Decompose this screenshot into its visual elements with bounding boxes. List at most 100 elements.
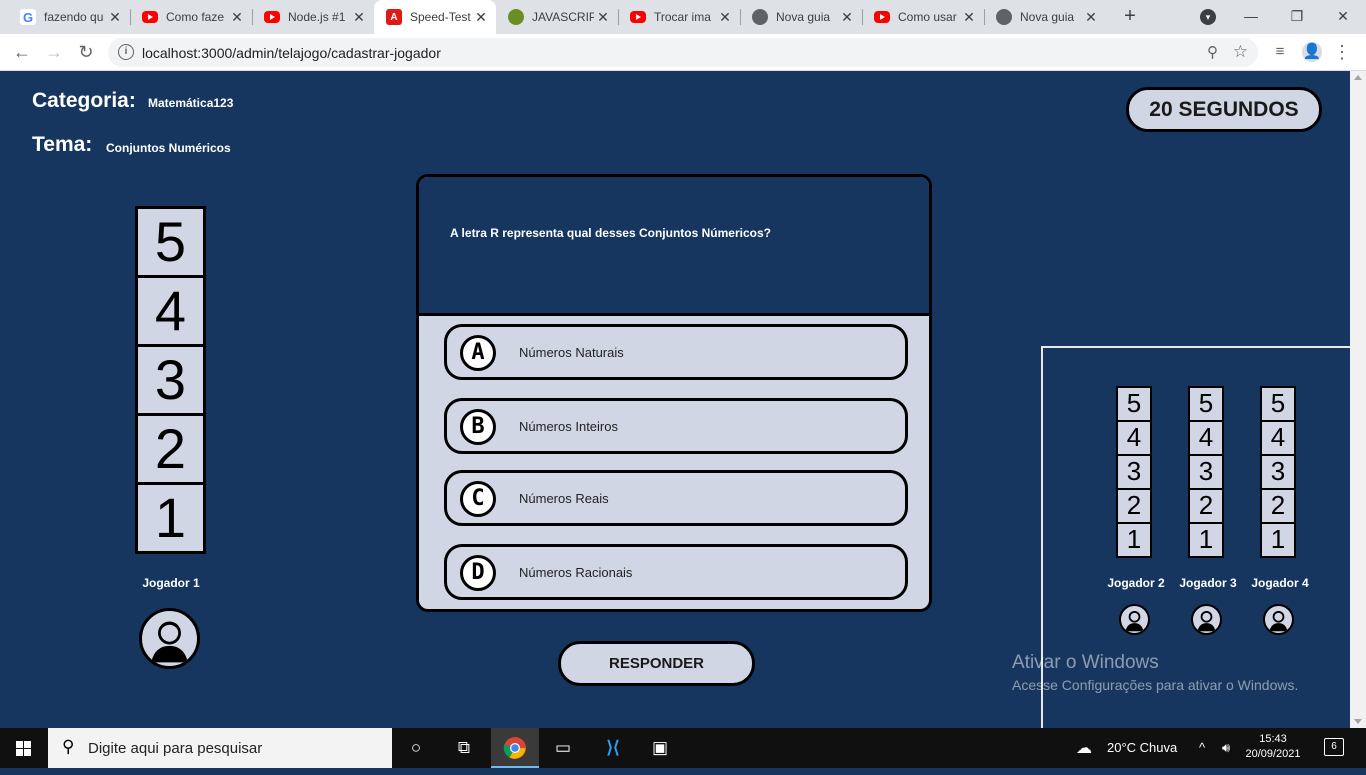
browser-tab[interactable]: Node.js #1 ✕: [252, 0, 374, 34]
close-tab-icon[interactable]: ✕: [106, 9, 124, 26]
player2-name: Jogador 2: [1107, 576, 1165, 590]
ladder-step: 5: [1260, 386, 1296, 422]
new-tab-button[interactable]: +: [1118, 5, 1142, 29]
close-tab-icon[interactable]: ✕: [350, 9, 368, 26]
profile-avatar-icon[interactable]: 👤: [1302, 42, 1322, 62]
tab-separator: [740, 9, 741, 25]
taskbar-clock[interactable]: 15:43 20/09/2021: [1244, 732, 1302, 762]
cortana-icon[interactable]: ○: [392, 728, 440, 768]
taskbar-search-box[interactable]: ⚲ Digite aqui para pesquisar: [48, 728, 392, 768]
ladder-step: 2: [1188, 488, 1224, 524]
browser-tab[interactable]: Trocar ima ✕: [618, 0, 740, 34]
browser-tab[interactable]: Como usar ✕: [862, 0, 984, 34]
ladder-step: 5: [1188, 386, 1224, 422]
close-tab-icon[interactable]: ✕: [960, 9, 978, 26]
ladder-step: 3: [1116, 454, 1152, 490]
tab-title: Como faze: [166, 10, 225, 24]
site-info-icon[interactable]: i: [118, 44, 134, 60]
ladder-step: 2: [1116, 488, 1152, 524]
option-d-button[interactable]: D Números Racionais: [444, 544, 908, 600]
windows-taskbar: ⚲ Digite aqui para pesquisar ○ ⧉ ▭ ⟩⟨ ▣ …: [0, 728, 1366, 768]
back-icon[interactable]: ←: [10, 40, 34, 64]
player3-ladder: 5 4 3 2 1: [1188, 386, 1224, 558]
option-c-button[interactable]: C Números Reais: [444, 470, 908, 526]
js-icon: [508, 9, 524, 25]
close-tab-icon[interactable]: ✕: [228, 9, 246, 26]
timer-badge: 20 SEGUNDOS: [1126, 87, 1322, 132]
tab-separator: [618, 9, 619, 25]
bookmark-star-icon[interactable]: ☆: [1233, 42, 1248, 62]
notification-center-icon[interactable]: 6: [1324, 738, 1344, 756]
option-text: Números Reais: [519, 491, 609, 506]
player1-ladder: 5 4 3 2 1: [135, 206, 206, 554]
close-tab-icon[interactable]: ✕: [838, 9, 856, 26]
categoria-label: Categoria:: [32, 89, 136, 112]
player2-avatar-icon: [1119, 604, 1150, 635]
player2-ladder: 5 4 3 2 1: [1116, 386, 1152, 558]
close-tab-icon[interactable]: ✕: [472, 9, 490, 26]
url-field[interactable]: i localhost:3000/admin/telajogo/cadastra…: [108, 38, 1258, 67]
option-a-button[interactable]: A Números Naturais: [444, 324, 908, 380]
reload-icon[interactable]: ↻: [74, 40, 98, 64]
youtube-icon: [874, 11, 890, 23]
menu-kebab-icon[interactable]: ⋮: [1332, 42, 1352, 62]
browser-tab[interactable]: Como faze ✕: [130, 0, 252, 34]
browser-tab[interactable]: Gfazendo qu ✕: [8, 0, 130, 34]
chrome-taskbar-icon[interactable]: [491, 728, 539, 768]
ladder-step: 3: [1260, 454, 1296, 490]
media-control-icon[interactable]: ≡: [1270, 42, 1290, 62]
activate-windows-title: Ativar o Windows: [1012, 652, 1159, 673]
question-text: A letra R representa qual desses Conjunt…: [450, 226, 771, 240]
tab-title: Speed-Test: [410, 10, 471, 24]
close-tab-icon[interactable]: ✕: [716, 9, 734, 26]
respond-button[interactable]: RESPONDER: [558, 641, 755, 686]
restore-icon[interactable]: ❐: [1274, 0, 1320, 34]
tab-title: Trocar ima: [654, 10, 711, 24]
angular-icon: A: [386, 9, 402, 25]
image-editor-taskbar-icon[interactable]: ▣: [636, 728, 684, 768]
youtube-icon: [630, 11, 646, 23]
option-b-button[interactable]: B Números Inteiros: [444, 398, 908, 454]
player1-avatar-icon: [139, 608, 200, 669]
task-view-icon[interactable]: ⧉: [440, 728, 488, 768]
tab-separator: [252, 9, 253, 25]
start-button[interactable]: [0, 728, 48, 768]
browser-tab[interactable]: JAVASCRIP ✕: [496, 0, 618, 34]
option-letter: A: [460, 335, 496, 371]
tab-separator: [984, 9, 985, 25]
weather-cloud-icon[interactable]: ☁: [1076, 738, 1092, 758]
weather-text[interactable]: 20°C Chuva: [1107, 740, 1177, 755]
minimize-icon[interactable]: —: [1228, 0, 1274, 34]
close-window-icon[interactable]: ✕: [1320, 0, 1366, 34]
page-scrollbar[interactable]: [1350, 71, 1366, 728]
close-tab-icon[interactable]: ✕: [594, 9, 612, 26]
search-icon: ⚲: [62, 737, 75, 756]
tab-title: Node.js #1: [288, 10, 346, 24]
scroll-down-icon[interactable]: [1354, 719, 1362, 724]
vscode-taskbar-icon[interactable]: ⟩⟨: [589, 728, 637, 768]
ladder-step: 2: [1260, 488, 1296, 524]
option-letter: D: [460, 555, 496, 591]
scroll-up-icon[interactable]: [1354, 75, 1362, 80]
browser-tab[interactable]: Nova guia ✕: [740, 0, 862, 34]
player4-name: Jogador 4: [1251, 576, 1309, 590]
tray-chevron-icon[interactable]: ^: [1199, 740, 1205, 755]
tab-title: Nova guia: [1020, 10, 1075, 24]
tema-value: Conjuntos Numéricos: [106, 141, 231, 155]
question-area: A letra R representa qual desses Conjunt…: [419, 177, 929, 316]
player1-name: Jogador 1: [142, 576, 200, 590]
terminal-taskbar-icon[interactable]: ▭: [539, 728, 587, 768]
game-screen: Categoria: Matemática123 Tema: Conjuntos…: [0, 71, 1361, 746]
volume-icon[interactable]: 🔊︎: [1222, 740, 1230, 756]
player4-ladder: 5 4 3 2 1: [1260, 386, 1296, 558]
close-tab-icon[interactable]: ✕: [1082, 9, 1100, 26]
clock-date: 20/09/2021: [1245, 748, 1301, 760]
forward-icon[interactable]: →: [42, 40, 66, 64]
browser-tab[interactable]: A Speed-Test ✕: [374, 0, 496, 34]
browser-tab[interactable]: Nova guia ✕: [984, 0, 1106, 34]
ladder-step: 3: [135, 344, 206, 416]
zoom-icon[interactable]: ⚲: [1207, 43, 1218, 61]
tab-search-icon[interactable]: ▾: [1200, 9, 1216, 25]
url-text[interactable]: localhost:3000/admin/telajogo/cadastrar-…: [142, 45, 441, 61]
tab-title: Como usar: [898, 10, 957, 24]
